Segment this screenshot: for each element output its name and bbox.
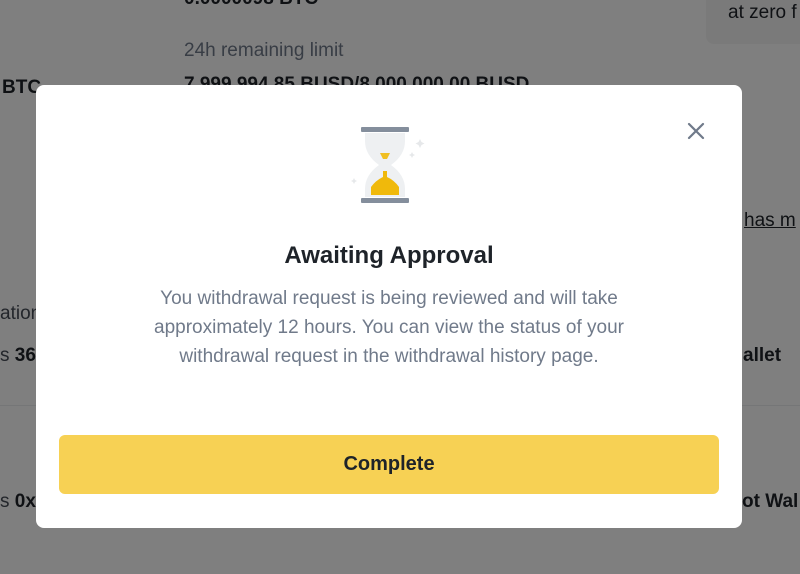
dialog-message: You withdrawal request is being reviewed…: [154, 288, 624, 367]
awaiting-approval-dialog: Awaiting Approval You withdrawal request…: [36, 85, 742, 528]
complete-button[interactable]: Complete: [59, 435, 719, 494]
hourglass-icon: [348, 123, 432, 207]
dialog-title: Awaiting Approval: [284, 242, 494, 269]
close-icon[interactable]: [684, 119, 708, 143]
